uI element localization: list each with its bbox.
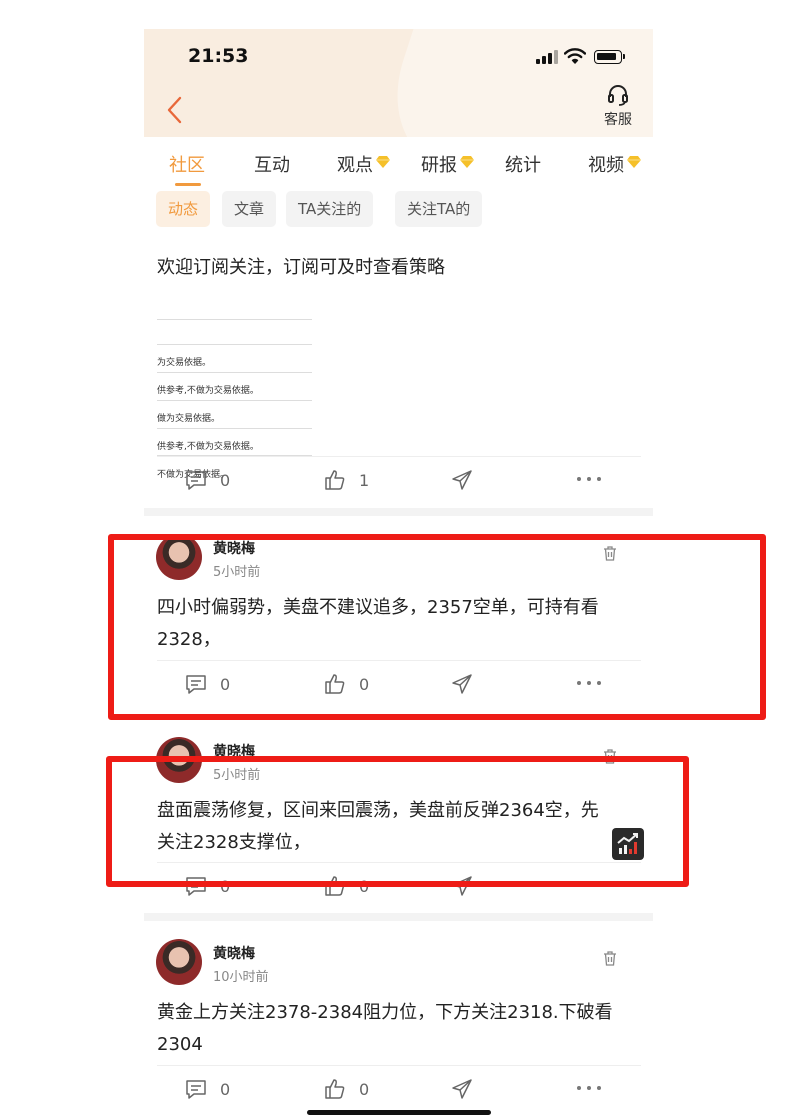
send-icon <box>452 1079 472 1099</box>
customer-service-button[interactable]: 客服 <box>598 83 638 129</box>
vip-diamond-icon <box>376 156 390 168</box>
header: 21:53 客服 <box>144 29 653 137</box>
tab-community[interactable]: 社区 <box>169 151 205 177</box>
tab-research[interactable]: 研报 <box>421 151 474 177</box>
thumbs-up-icon <box>325 1079 345 1099</box>
comment-count: 0 <box>220 471 231 490</box>
send-icon <box>452 470 472 490</box>
vip-diamond-icon <box>627 156 641 168</box>
comment-icon <box>186 471 206 490</box>
headset-icon <box>608 85 628 106</box>
more-options-icon[interactable] <box>577 477 607 483</box>
avatar[interactable] <box>156 939 202 985</box>
post-divider <box>144 508 653 516</box>
tab-video[interactable]: 视频 <box>588 151 641 177</box>
post-actions: 0 0 <box>157 1065 641 1113</box>
post-time: 10小时前 <box>213 970 269 985</box>
signal-icon <box>536 49 558 65</box>
trash-icon[interactable] <box>603 951 617 966</box>
more-options-icon[interactable] <box>577 1086 607 1092</box>
author-name[interactable]: 黄晓梅 <box>213 943 255 963</box>
thumbs-up-icon <box>325 470 345 490</box>
subtab-followers[interactable]: 关注TA的 <box>395 191 483 227</box>
tab-statistics[interactable]: 统计 <box>505 151 541 177</box>
subtab-following[interactable]: TA关注的 <box>286 191 374 227</box>
comment-icon <box>186 1080 206 1099</box>
main-tabs: 社区 互动 观点 研报 统计 视频 <box>144 147 653 187</box>
highlight-box <box>108 534 766 720</box>
like-count: 1 <box>359 471 370 490</box>
post-image-text: 供参考,不做为交易依据。 <box>157 386 259 396</box>
comment-count: 0 <box>220 1080 231 1099</box>
status-icons <box>536 48 628 65</box>
post-image-text: 做为交易依据。 <box>157 414 221 424</box>
tab-opinions[interactable]: 观点 <box>337 151 390 177</box>
post-text: 黄金上方关注2378-2384阻力位，下方关注2318.下破看2304 <box>157 1002 613 1055</box>
sub-tabs: 动态 文章 TA关注的 关注TA的 <box>144 191 653 229</box>
post-text: 欢迎订阅关注，订阅可及时查看策略 <box>157 257 445 278</box>
vip-diamond-icon <box>460 156 474 168</box>
subtab-articles[interactable]: 文章 <box>222 191 277 227</box>
subtab-activity[interactable]: 动态 <box>156 191 211 227</box>
wifi-icon <box>564 48 586 64</box>
active-tab-indicator <box>175 183 201 186</box>
status-time: 21:53 <box>188 45 249 67</box>
highlight-box <box>106 756 689 887</box>
battery-icon <box>594 50 625 64</box>
like-count: 0 <box>359 1080 370 1099</box>
post-divider <box>144 913 653 921</box>
post-actions: 0 1 <box>157 456 641 504</box>
post-image-text: 供参考,不做为交易依据。 <box>157 442 259 452</box>
post-image-text: 为交易依据。 <box>157 358 212 368</box>
post-image[interactable]: 为交易依据。 供参考,不做为交易依据。 做为交易依据。 供参考,不做为交易依据。… <box>157 309 312 480</box>
home-indicator <box>307 1110 491 1115</box>
tab-interaction[interactable]: 互动 <box>254 151 290 177</box>
back-chevron-icon[interactable] <box>164 95 186 125</box>
service-label: 客服 <box>604 112 632 128</box>
